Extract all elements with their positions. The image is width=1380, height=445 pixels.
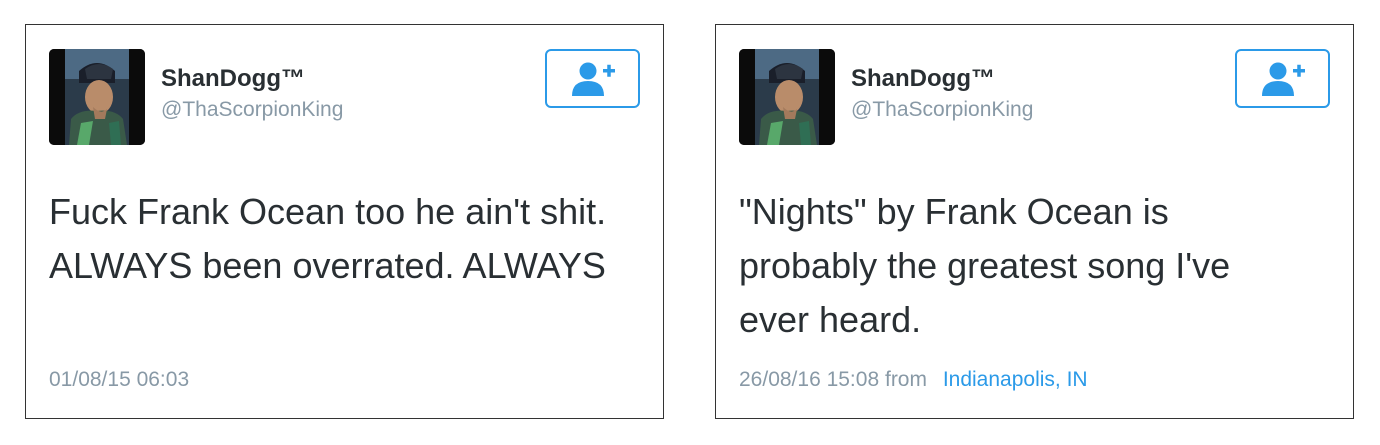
avatar[interactable] — [739, 49, 835, 145]
tweet-meta: 01/08/15 06:03 — [49, 368, 189, 392]
author-handle[interactable]: @ThaScorpionKing — [161, 98, 343, 122]
add-user-icon — [1261, 62, 1305, 96]
author-handle[interactable]: @ThaScorpionKing — [851, 98, 1033, 122]
location-link[interactable]: Indianapolis, IN — [943, 368, 1088, 391]
add-user-icon — [571, 62, 615, 96]
tweet-card: ShanDogg™ @ThaScorpionKing Fuck Frank Oc… — [25, 24, 664, 419]
follow-button[interactable] — [1235, 49, 1330, 108]
from-label: from — [884, 368, 927, 391]
avatar-photo — [739, 49, 835, 145]
tweet-meta: 26/08/16 15:08 from Indianapolis, IN — [739, 368, 1088, 392]
follow-button[interactable] — [545, 49, 640, 108]
tweet-text: Fuck Frank Ocean too he ain't shit. ALWA… — [49, 191, 607, 286]
author-name[interactable]: ShanDogg™ — [851, 65, 995, 93]
tweet-card: ShanDogg™ @ThaScorpionKing "Nights" by F… — [715, 24, 1354, 419]
tweet-text: "Nights" by Frank Ocean is probably the … — [739, 191, 1231, 340]
timestamp[interactable]: 26/08/16 15:08 — [739, 368, 879, 391]
avatar[interactable] — [49, 49, 145, 145]
timestamp[interactable]: 01/08/15 06:03 — [49, 368, 189, 391]
avatar-photo — [49, 49, 145, 145]
author-name[interactable]: ShanDogg™ — [161, 65, 305, 93]
